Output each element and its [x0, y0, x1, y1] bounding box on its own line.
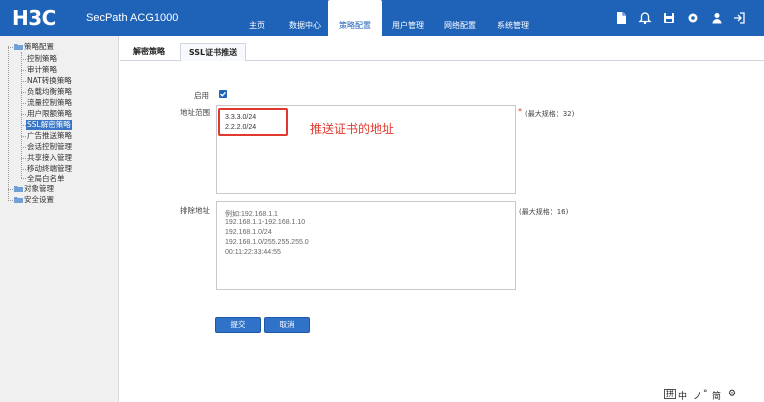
folder-icon	[14, 197, 23, 203]
address-max-hint: (最大规格：32)	[525, 110, 575, 118]
exclude-max-hint: (最大规格：16)	[519, 208, 569, 216]
sidebar-item-session-control[interactable]: 会话控制管理	[27, 142, 72, 152]
sidebar-item-mobile-terminal[interactable]: 移动终端管理	[27, 164, 72, 174]
placeholder-line: 192.168.1.1-192.168.1.10	[225, 219, 306, 226]
sidebar-item-load-balance-policy[interactable]: 负载均衡策略	[27, 87, 72, 97]
ime-symbol[interactable]: °	[703, 389, 708, 399]
cancel-button[interactable]: 取消	[264, 317, 310, 333]
tree-connector	[21, 178, 26, 179]
folder-icon	[14, 186, 23, 192]
sidebar-item-global-whitelist[interactable]: 全局白名单	[27, 174, 65, 184]
enable-label: 启用	[194, 91, 209, 100]
document-icon[interactable]	[614, 11, 628, 25]
ime-chinese-mode[interactable]: 中	[678, 389, 687, 402]
tab-bar: 解密策略 SSL证书推送	[120, 40, 764, 62]
sidebar-item-policy-config[interactable]: 策略配置	[24, 42, 54, 52]
tree-connector	[21, 158, 26, 159]
sidebar-item-object-management[interactable]: 对象管理	[24, 184, 54, 194]
sidebar-item-traffic-control-policy[interactable]: 流量控制策略	[27, 98, 72, 108]
save-icon[interactable]	[662, 11, 676, 25]
sidebar-tree: 策略配置 控制策略 审计策略 NAT转换策略 负载均衡策略 流量控制策略 用户限…	[0, 36, 119, 402]
ime-toolbar: 拼 中 ノ ° 简 ⚙	[662, 388, 764, 402]
folder-icon	[14, 44, 23, 50]
bell-icon[interactable]	[638, 11, 652, 25]
nav-user-management[interactable]: 用户管理	[382, 0, 434, 36]
sidebar-item-audit-policy[interactable]: 审计策略	[27, 65, 57, 75]
check-icon	[220, 91, 226, 97]
nav-home[interactable]: 主页	[232, 0, 282, 36]
placeholder-line: 00:11:22:33:44:55	[225, 249, 281, 256]
top-bar: H3C SecPath ACG1000 主页 数据中心 策略配置 用户管理 网络…	[0, 0, 764, 36]
user-icon[interactable]	[710, 11, 724, 25]
toolbar-icons	[614, 11, 746, 25]
tree-connector	[21, 169, 26, 170]
exclude-address-textarea[interactable]: 例如:192.168.1.1 192.168.1.1-192.168.1.10 …	[216, 201, 516, 290]
logout-icon[interactable]	[732, 11, 746, 25]
tree-connector	[21, 147, 26, 148]
exclude-address-label: 排除地址	[180, 206, 210, 215]
settings-icon[interactable]	[686, 11, 700, 25]
annotation-highlight-box	[218, 108, 288, 136]
nav-policy-config[interactable]: 策略配置	[328, 0, 382, 36]
sidebar-item-user-quota-policy[interactable]: 用户限额策略	[27, 109, 72, 119]
tree-connector	[21, 59, 26, 60]
sidebar-item-security-settings[interactable]: 安全设置	[24, 195, 54, 205]
sidebar-item-ad-push-policy[interactable]: 广告推送策略	[27, 131, 72, 141]
placeholder-line: 192.168.1.0/24	[225, 229, 272, 236]
placeholder-line: 192.168.1.0/255.255.255.0	[225, 239, 309, 246]
enable-checkbox[interactable]	[219, 90, 227, 98]
address-range-label: 地址范围	[180, 108, 210, 117]
nav-data-center[interactable]: 数据中心	[282, 0, 328, 36]
ime-settings-icon[interactable]: ⚙	[728, 389, 736, 399]
ime-punctuation[interactable]: ノ	[693, 389, 702, 402]
tree-connector	[8, 46, 9, 201]
sidebar-item-control-policy[interactable]: 控制策略	[27, 54, 57, 64]
product-name: SecPath ACG1000	[86, 12, 179, 24]
sidebar-item-shared-access[interactable]: 共享接入管理	[27, 153, 72, 163]
placeholder-line: 例如:192.168.1.1	[225, 211, 278, 218]
tree-connector	[21, 103, 26, 104]
annotation-text: 推送证书的地址	[310, 122, 395, 136]
ime-simplified[interactable]: 简	[712, 389, 721, 402]
tree-connector	[21, 114, 26, 115]
sidebar-item-ssl-decrypt-policy[interactable]: SSL解密策略	[26, 120, 72, 130]
nav-system-management[interactable]: 系统管理	[486, 0, 540, 36]
submit-button[interactable]: 提交	[215, 317, 261, 333]
tab-ssl-cert-push[interactable]: SSL证书推送	[180, 43, 246, 62]
sidebar-item-nat-policy[interactable]: NAT转换策略	[27, 76, 72, 86]
tree-connector	[21, 92, 26, 93]
brand-logo: H3C	[12, 6, 56, 30]
tree-connector	[21, 81, 26, 82]
tree-connector	[21, 136, 26, 137]
required-marker: *	[518, 107, 522, 116]
ime-pinyin-icon[interactable]: 拼	[664, 389, 676, 399]
tree-connector	[21, 70, 26, 71]
tab-decrypt-policy[interactable]: 解密策略	[126, 43, 172, 60]
nav-network-config[interactable]: 网络配置	[434, 0, 486, 36]
